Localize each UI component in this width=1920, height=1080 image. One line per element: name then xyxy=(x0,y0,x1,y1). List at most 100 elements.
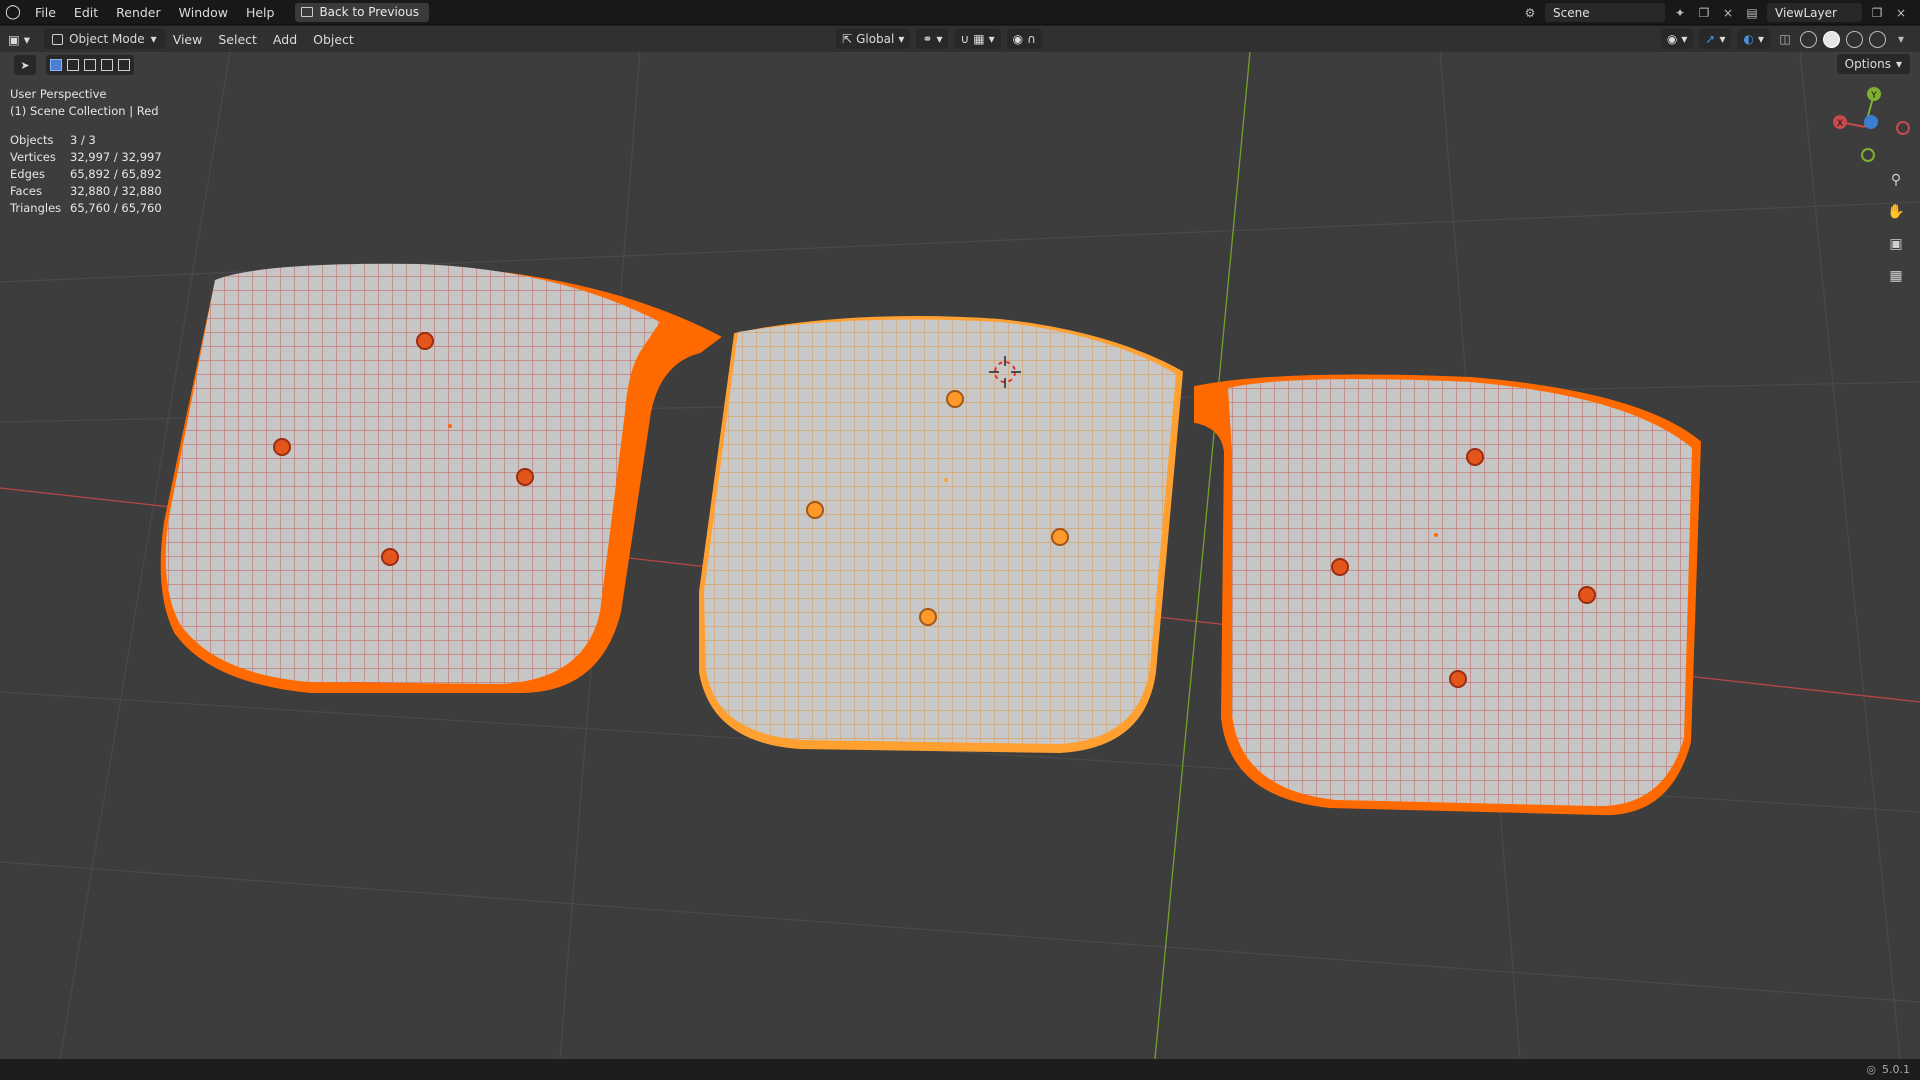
scene-selector[interactable]: Scene xyxy=(1545,3,1665,22)
select-new-icon[interactable] xyxy=(50,59,62,71)
gizmo-neg-x[interactable] xyxy=(1896,121,1910,135)
menu-render[interactable]: Render xyxy=(107,0,170,25)
eye-icon: ◉ xyxy=(1666,32,1678,46)
back-button-label: Back to Previous xyxy=(319,5,419,19)
view-layer-selector[interactable]: ViewLayer xyxy=(1767,3,1862,22)
overlay-icon: ◐ xyxy=(1743,32,1754,46)
menu-window[interactable]: Window xyxy=(170,0,237,25)
chevron-down-icon: ▾ xyxy=(1757,32,1764,46)
menu-view[interactable]: View xyxy=(165,29,211,49)
pin-icon[interactable]: ✦ xyxy=(1671,4,1689,22)
chevron-down-icon: ▾ xyxy=(1895,57,1902,71)
svg-text:X: X xyxy=(1837,119,1843,129)
globe-icon: ◎ xyxy=(1866,1063,1876,1076)
snap-toggle[interactable]: ∪ ▦ ▾ xyxy=(954,29,1001,49)
viewport-header: ▣ ▾ Object Mode ▾ View Select Add Object… xyxy=(0,26,1920,52)
scene-statistics: Objects 3 / 3 Vertices 32,997 / 32,997 Edg… xyxy=(10,131,162,216)
zoom-icon[interactable]: ⚲ xyxy=(1884,168,1908,192)
new-scene-icon[interactable]: ❐ xyxy=(1695,4,1713,22)
chevron-down-icon: ▾ xyxy=(936,32,943,46)
gizmo-z-axis[interactable] xyxy=(1864,115,1878,129)
version-label: 5.0.1 xyxy=(1882,1063,1910,1076)
mesh-object-left[interactable] xyxy=(160,263,722,693)
status-bar: ◎ 5.0.1 xyxy=(0,1059,1920,1080)
stat-row: Faces 32,880 / 32,880 xyxy=(10,183,162,198)
view-layer-icon[interactable]: ▤ xyxy=(1743,4,1761,22)
material-shading-button[interactable] xyxy=(1846,30,1863,48)
chevron-down-icon: ▾ xyxy=(150,32,157,46)
menu-file[interactable]: File xyxy=(26,0,65,25)
orientation-icon: ⇱ xyxy=(842,32,853,46)
grid-icon[interactable]: ▦ xyxy=(1884,264,1908,288)
view-layer-name: ViewLayer xyxy=(1775,5,1837,20)
stat-row: Edges 65,892 / 65,892 xyxy=(10,166,162,181)
menu-edit[interactable]: Edit xyxy=(65,0,107,25)
camera-icon[interactable]: ▣ xyxy=(1884,232,1908,256)
blender-logo-icon[interactable]: ◯ xyxy=(0,0,26,25)
back-icon xyxy=(301,7,314,17)
orientation-label: Global xyxy=(856,32,895,46)
selection-mode-group[interactable] xyxy=(46,55,134,75)
mode-label: Object Mode xyxy=(69,32,145,46)
3d-viewport[interactable]: ➤ Options ▾ User Perspective (1) Scene C… xyxy=(0,52,1920,1059)
select-extend-icon[interactable] xyxy=(67,59,79,71)
close-scene-icon[interactable]: × xyxy=(1719,4,1737,22)
solid-shading-button[interactable] xyxy=(1823,30,1840,48)
xray-toggle-icon[interactable]: ◫ xyxy=(1776,30,1794,48)
chevron-down-icon: ▾ xyxy=(1681,32,1688,46)
menu-select[interactable]: Select xyxy=(210,29,265,49)
svg-text:Y: Y xyxy=(1870,91,1877,101)
menu-help[interactable]: Help xyxy=(237,0,284,25)
pivot-point-selector[interactable]: ⚭ ▾ xyxy=(916,29,949,49)
stat-row: Objects 3 / 3 xyxy=(10,132,96,147)
stat-row: Vertices 32,997 / 32,997 xyxy=(10,149,162,164)
select-tool-icon[interactable]: ➤ xyxy=(14,55,36,75)
chevron-down-icon: ▾ xyxy=(898,32,905,46)
magnet-icon: ∪ xyxy=(960,32,970,46)
options-label: Options xyxy=(1844,57,1891,71)
hand-pan-icon[interactable]: ✋ xyxy=(1884,200,1908,224)
proportional-icon: ◉ xyxy=(1012,32,1024,46)
gizmo-neg-y[interactable] xyxy=(1861,148,1875,162)
select-intersect-icon[interactable] xyxy=(118,59,130,71)
visibility-selector[interactable]: ◉ ▾ xyxy=(1660,29,1694,49)
top-menu-bar: ◯ File Edit Render Window Help Back to P… xyxy=(0,0,1920,25)
viewport-display-tools: ◉ ▾ ➚ ▾ ◐ ▾ ◫ ▾ xyxy=(1660,29,1910,49)
back-to-previous-button[interactable]: Back to Previous xyxy=(295,2,429,22)
stat-row: Triangles 65,760 / 65,760 xyxy=(10,200,162,215)
chevron-down-icon: ▾ xyxy=(988,32,995,46)
menu-add[interactable]: Add xyxy=(265,29,305,49)
pivot-icon: ⚭ xyxy=(922,32,933,46)
scene-render xyxy=(0,52,1920,1059)
gizmo-toggle[interactable]: ➚ ▾ xyxy=(1699,29,1732,49)
menu-object[interactable]: Object xyxy=(305,29,362,49)
mesh-object-center-active[interactable] xyxy=(699,316,1184,754)
tool-settings-row: ➤ xyxy=(14,54,134,76)
snap-grid-icon: ▦ xyxy=(973,32,985,46)
options-dropdown[interactable]: Options ▾ xyxy=(1836,54,1910,74)
transform-tools: ⇱ Global ▾ ⚭ ▾ ∪ ▦ ▾ ◉ ∩ xyxy=(836,29,1042,49)
close-view-layer-icon[interactable]: × xyxy=(1892,4,1910,22)
perspective-label: User Perspective xyxy=(10,87,107,101)
navigation-gizmo[interactable]: Y X xyxy=(1820,82,1910,172)
chevron-down-icon[interactable]: ▾ xyxy=(1892,30,1910,48)
viewport-info: User Perspective (1) Scene Collection | … xyxy=(10,86,159,120)
viewport-nav-tools: ⚲ ✋ ▣ ▦ xyxy=(1884,168,1908,288)
mode-selector[interactable]: Object Mode ▾ xyxy=(44,29,165,49)
top-right-controls: ⚙ Scene ✦ ❐ × ▤ ViewLayer ❐ × xyxy=(1521,0,1920,25)
proportional-edit-toggle[interactable]: ◉ ∩ xyxy=(1006,29,1042,49)
select-subtract-icon[interactable] xyxy=(84,59,96,71)
rendered-shading-button[interactable] xyxy=(1869,30,1886,48)
editor-type-icon[interactable]: ▣ ▾ xyxy=(0,29,38,49)
chevron-down-icon: ▾ xyxy=(1719,32,1726,46)
overlay-toggle[interactable]: ◐ ▾ xyxy=(1737,29,1770,49)
mesh-object-right[interactable] xyxy=(1194,374,1702,816)
transform-orientation-selector[interactable]: ⇱ Global ▾ xyxy=(836,29,911,49)
falloff-icon: ∩ xyxy=(1027,32,1036,46)
wireframe-shading-button[interactable] xyxy=(1800,30,1817,48)
gizmo-icon: ➚ xyxy=(1705,32,1716,46)
scene-icon[interactable]: ⚙ xyxy=(1521,4,1539,22)
select-invert-icon[interactable] xyxy=(101,59,113,71)
new-view-layer-icon[interactable]: ❐ xyxy=(1868,4,1886,22)
scene-name: Scene xyxy=(1553,5,1590,20)
